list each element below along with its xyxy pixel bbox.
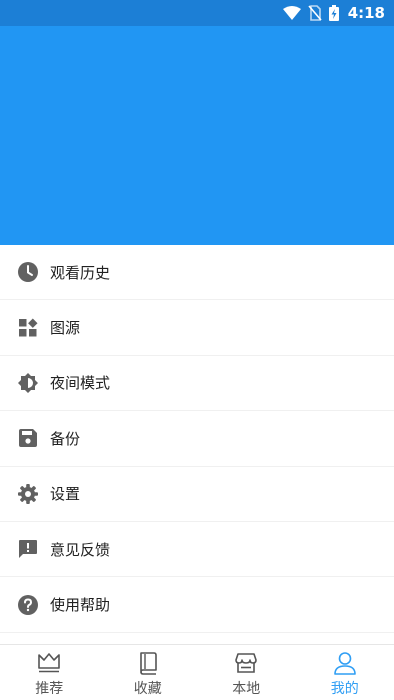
widgets-icon bbox=[17, 317, 39, 339]
save-icon bbox=[17, 427, 39, 449]
profile-header bbox=[0, 26, 394, 245]
menu-item-help[interactable]: 使用帮助 bbox=[0, 577, 394, 633]
nav-label: 推荐 bbox=[35, 681, 64, 697]
menu-item-label: 图源 bbox=[50, 319, 81, 338]
clock-icon bbox=[17, 261, 39, 283]
menu-item-label: 夜间模式 bbox=[50, 374, 111, 393]
nav-item-local[interactable]: 本地 bbox=[197, 645, 296, 700]
nav-item-recommend[interactable]: 推荐 bbox=[0, 645, 99, 700]
nav-label: 本地 bbox=[232, 681, 261, 697]
crown-icon bbox=[36, 650, 62, 676]
status-bar: 4:18 bbox=[0, 0, 394, 26]
store-icon bbox=[233, 650, 259, 676]
status-time: 4:18 bbox=[347, 4, 385, 22]
bottom-nav: 推荐 收藏 本地 我的 bbox=[0, 644, 394, 700]
nav-label: 我的 bbox=[330, 681, 359, 697]
help-icon bbox=[17, 594, 39, 616]
menu-item-source[interactable]: 图源 bbox=[0, 300, 394, 356]
menu-item-feedback[interactable]: 意见反馈 bbox=[0, 522, 394, 578]
menu-item-label: 观看历史 bbox=[50, 263, 111, 282]
wifi-icon bbox=[282, 6, 301, 20]
menu-item-backup[interactable]: 备份 bbox=[0, 411, 394, 467]
feedback-icon bbox=[17, 538, 39, 560]
nav-item-mine[interactable]: 我的 bbox=[296, 645, 394, 700]
nav-item-favorites[interactable]: 收藏 bbox=[99, 645, 198, 700]
menu-item-label: 意见反馈 bbox=[50, 540, 111, 559]
menu-list: 观看历史 图源 夜间模式 备份 设置 意见反馈 使用帮助 bbox=[0, 245, 394, 633]
menu-item-label: 设置 bbox=[50, 485, 81, 504]
battery-charging-icon bbox=[328, 5, 339, 21]
screen: 4:18 观看历史 图源 夜间模式 备份 设置 意见反馈 使用帮助 推荐 收藏 … bbox=[0, 0, 394, 700]
no-sim-icon bbox=[308, 5, 322, 21]
person-icon bbox=[332, 650, 358, 676]
menu-item-settings[interactable]: 设置 bbox=[0, 467, 394, 522]
menu-item-label: 使用帮助 bbox=[50, 596, 111, 615]
book-icon bbox=[135, 650, 161, 676]
brightness-icon bbox=[17, 372, 39, 394]
menu-item-label: 备份 bbox=[50, 429, 81, 448]
menu-item-history[interactable]: 观看历史 bbox=[0, 245, 394, 301]
menu-item-night-mode[interactable]: 夜间模式 bbox=[0, 356, 394, 412]
gear-icon bbox=[17, 483, 39, 505]
nav-label: 收藏 bbox=[133, 681, 162, 697]
